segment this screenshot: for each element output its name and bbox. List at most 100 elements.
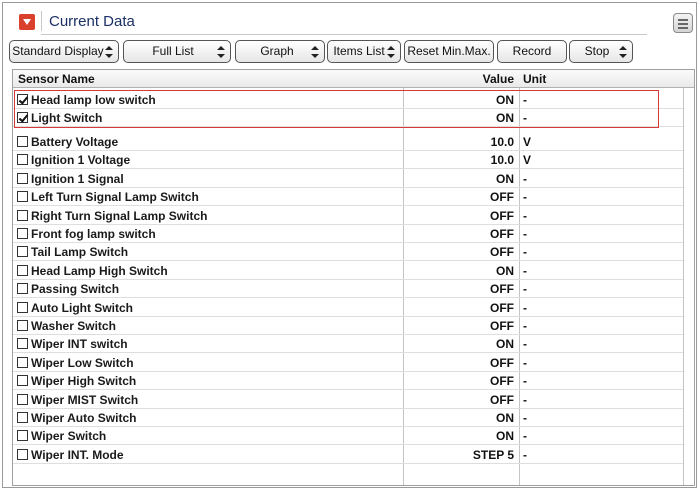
- list-menu-icon[interactable]: [673, 13, 693, 33]
- table-row[interactable]: Battery Voltage 10.0 V: [13, 133, 683, 151]
- checkbox[interactable]: [17, 375, 28, 387]
- checkbox[interactable]: [17, 338, 28, 350]
- sensor-value-cell: OFF: [490, 208, 514, 223]
- checkbox[interactable]: [17, 172, 28, 184]
- sensor-name-cell: Ignition 1 Voltage: [17, 153, 130, 167]
- sensor-unit-cell: -: [523, 355, 527, 370]
- checkbox[interactable]: [17, 154, 28, 166]
- column-header-sensor-name[interactable]: Sensor Name: [18, 72, 95, 86]
- checkbox[interactable]: [17, 393, 28, 405]
- checkbox[interactable]: [17, 191, 28, 203]
- spinner-icon: [387, 46, 395, 58]
- table-row[interactable]: Head Lamp High Switch ON -: [13, 262, 683, 280]
- checkbox[interactable]: [17, 356, 28, 368]
- items-list-label: Items List: [333, 44, 385, 58]
- sensor-name-cell: Wiper MIST Switch: [17, 393, 138, 407]
- spinner-icon: [105, 46, 113, 58]
- table-row[interactable]: Front fog lamp switch OFF -: [13, 225, 683, 243]
- checkbox[interactable]: [17, 448, 28, 460]
- stop-select[interactable]: Stop: [569, 40, 633, 63]
- table-row[interactable]: Ignition 1 Voltage 10.0 V: [13, 151, 683, 170]
- table-row[interactable]: Wiper Low Switch OFF -: [13, 354, 683, 372]
- checkbox[interactable]: [17, 283, 28, 295]
- sensor-name-cell: Wiper INT. Mode: [17, 448, 124, 462]
- checkbox-checked[interactable]: [17, 94, 28, 105]
- sensor-name-text: Passing Switch: [31, 282, 120, 297]
- checkbox[interactable]: [17, 430, 28, 442]
- checkbox[interactable]: [17, 301, 28, 313]
- graph-select[interactable]: Graph: [235, 40, 325, 63]
- sensor-value-cell: OFF: [490, 227, 514, 241]
- sensor-name-text: Wiper Switch: [31, 429, 107, 444]
- sensor-unit-cell: -: [523, 227, 527, 241]
- items-list-select[interactable]: Items List: [327, 40, 401, 63]
- sensor-unit-cell: -: [523, 282, 527, 297]
- current-data-panel: Current Data Standard Display Full List …: [2, 2, 697, 488]
- sensor-name-cell: Auto Light Switch: [17, 301, 133, 315]
- sensor-value-cell: ON: [496, 111, 514, 126]
- sensor-unit-cell: V: [523, 135, 532, 149]
- table-row[interactable]: Wiper MIST Switch OFF -: [13, 391, 683, 409]
- column-header-value[interactable]: Value: [404, 72, 514, 86]
- standard-display-select[interactable]: Standard Display: [9, 40, 119, 63]
- table-row[interactable]: Auto Light Switch OFF -: [13, 299, 683, 317]
- collapse-arrow-icon[interactable]: [19, 14, 35, 30]
- table-row[interactable]: Head lamp low switch ON -: [13, 91, 683, 109]
- checkbox[interactable]: [17, 264, 28, 276]
- table-row[interactable]: Tail Lamp Switch OFF -: [13, 243, 683, 262]
- table-row[interactable]: Wiper INT switch ON -: [13, 335, 683, 354]
- sensor-name-text: Ignition 1 Signal: [31, 171, 124, 186]
- sensor-value-cell: 10.0: [490, 153, 514, 168]
- table-row[interactable]: Washer Switch OFF -: [13, 317, 683, 335]
- reset-min-max-button[interactable]: Reset Min.Max.: [404, 40, 494, 63]
- sensor-unit-cell: -: [523, 111, 527, 126]
- table-row[interactable]: Wiper INT. Mode STEP 5-: [13, 446, 683, 464]
- checkbox[interactable]: [17, 412, 28, 423]
- sensor-name-text: Washer Switch: [31, 319, 116, 333]
- sensor-unit-cell: -: [523, 374, 527, 389]
- sensor-name-cell: Front fog lamp switch: [17, 227, 156, 241]
- sensor-value-cell: 10.0: [490, 135, 514, 149]
- header-separator: [41, 11, 42, 31]
- record-button[interactable]: Record: [497, 40, 567, 63]
- sensor-unit-cell: -: [523, 319, 527, 333]
- column-header-unit[interactable]: Unit: [523, 72, 546, 86]
- sensor-unit-cell: -: [523, 93, 527, 107]
- sensor-name-text: Wiper High Switch: [31, 374, 137, 389]
- sensor-unit-cell: -: [523, 245, 527, 260]
- checkbox-checked[interactable]: [17, 112, 28, 124]
- table-row[interactable]: Wiper Switch ON -: [13, 427, 683, 446]
- title-underline: [41, 34, 647, 35]
- table-header: Sensor Name Value Unit: [13, 70, 694, 88]
- table-row[interactable]: Right Turn Signal Lamp Switch OFF -: [13, 207, 683, 225]
- sensor-name-cell: Head lamp low switch: [17, 93, 156, 107]
- sensor-unit-cell: -: [523, 208, 527, 223]
- sensor-name-cell: Battery Voltage: [17, 135, 118, 149]
- table-row[interactable]: Wiper Auto Switch ON -: [13, 409, 683, 427]
- sensor-unit-cell: -: [523, 300, 527, 315]
- checkbox[interactable]: [17, 136, 28, 147]
- panel-header: Current Data: [3, 3, 696, 37]
- sensor-name-text: Battery Voltage: [31, 135, 119, 149]
- sensor-value-cell: OFF: [490, 374, 514, 389]
- table-row[interactable]: Left Turn Signal Lamp Switch OFF -: [13, 188, 683, 207]
- standard-display-label: Standard Display: [12, 44, 104, 58]
- full-list-label: Full List: [152, 44, 194, 58]
- table-row[interactable]: Light Switch ON -: [13, 109, 683, 128]
- sensor-unit-cell: -: [523, 392, 527, 407]
- checkbox[interactable]: [17, 209, 28, 221]
- sensor-value-cell: OFF: [490, 282, 514, 297]
- sensor-value-cell: ON: [496, 263, 514, 278]
- sensor-value-cell: OFF: [490, 300, 514, 315]
- spinner-icon: [217, 46, 225, 58]
- checkbox[interactable]: [17, 228, 28, 239]
- table-row[interactable]: Passing Switch OFF -: [13, 280, 683, 299]
- full-list-select[interactable]: Full List: [123, 40, 231, 63]
- checkbox[interactable]: [17, 320, 28, 331]
- table-row[interactable]: Wiper High Switch OFF -: [13, 372, 683, 391]
- table-row[interactable]: Ignition 1 Signal ON -: [13, 170, 683, 188]
- sensor-name-text: Auto Light Switch: [31, 300, 133, 315]
- sensor-value-cell: ON: [496, 411, 514, 425]
- spinner-icon: [311, 46, 319, 58]
- checkbox[interactable]: [17, 246, 28, 258]
